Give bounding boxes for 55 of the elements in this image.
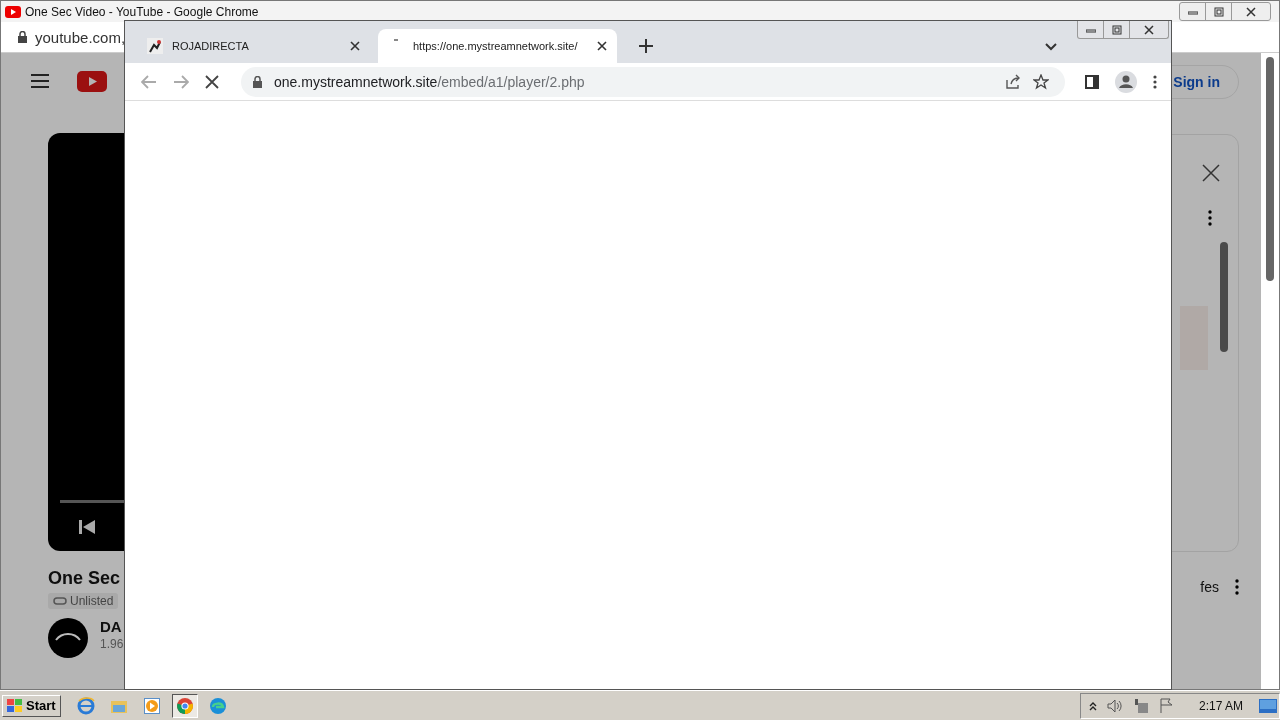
show-desktop-icon[interactable] bbox=[1259, 698, 1277, 713]
favicon-mark bbox=[394, 39, 398, 41]
maximize-icon bbox=[1111, 24, 1122, 35]
close-icon[interactable] bbox=[597, 41, 607, 51]
channel-avatar[interactable] bbox=[48, 618, 88, 658]
maximize-icon bbox=[1213, 6, 1224, 17]
close-icon[interactable] bbox=[1202, 164, 1220, 182]
link-icon bbox=[53, 597, 67, 605]
minimize-icon bbox=[1085, 26, 1096, 33]
chrome-icon bbox=[175, 696, 194, 715]
close-icon[interactable] bbox=[350, 41, 360, 51]
browser-tab[interactable]: https://one.mystreamnetwork.site/ bbox=[378, 29, 617, 63]
edge-icon bbox=[208, 696, 227, 715]
flag-icon[interactable] bbox=[1158, 697, 1175, 714]
more-icon[interactable] bbox=[1235, 579, 1239, 595]
chevron-up-icon[interactable] bbox=[1088, 700, 1097, 711]
start-logo-icon bbox=[7, 698, 23, 713]
site-favicon bbox=[147, 38, 163, 54]
more-icon[interactable] bbox=[1208, 210, 1212, 226]
lock-icon bbox=[253, 75, 262, 88]
previous-icon[interactable] bbox=[79, 519, 95, 535]
new-tab-icon[interactable] bbox=[639, 39, 653, 53]
profile-icon[interactable] bbox=[1115, 70, 1137, 93]
video-item-title[interactable]: fes bbox=[1200, 579, 1219, 595]
close-icon bbox=[1144, 24, 1154, 35]
scrollbar-thumb[interactable] bbox=[1220, 242, 1228, 352]
browser-tab[interactable]: ROJADIRECTA bbox=[137, 29, 370, 63]
play-icon bbox=[143, 697, 160, 714]
address-bar[interactable]: one.mystreamnetwork.site/embed/a1/player/2.php bbox=[241, 66, 1065, 97]
address-text[interactable]: youtube.com, bbox=[35, 28, 126, 46]
video-title: One Sec bbox=[48, 568, 122, 589]
url-text: one.mystreamnetwork.site/embed/a1/player/2.php bbox=[274, 73, 586, 90]
lock-icon bbox=[18, 31, 27, 43]
network-icon[interactable] bbox=[1132, 697, 1149, 714]
youtube-icon bbox=[5, 5, 21, 18]
minimize-icon bbox=[1187, 8, 1198, 15]
globe-icon bbox=[76, 696, 95, 715]
clock[interactable]: 2:17 AM bbox=[1198, 698, 1243, 713]
window-title: One Sec Video - YouTube - Google Chrome bbox=[25, 4, 259, 19]
side-panel-icon[interactable] bbox=[1085, 74, 1099, 89]
page-scrollbar-thumb[interactable] bbox=[1266, 57, 1274, 281]
subscriber-count: 1.96 bbox=[100, 637, 124, 651]
speaker-icon[interactable] bbox=[1106, 698, 1123, 713]
taskbar-app[interactable] bbox=[171, 693, 198, 718]
channel-name[interactable]: DA bbox=[100, 618, 124, 635]
menu-icon[interactable] bbox=[1153, 74, 1157, 89]
close-icon bbox=[1246, 6, 1256, 17]
stop-icon[interactable] bbox=[205, 74, 219, 89]
share-icon[interactable] bbox=[1005, 73, 1021, 90]
unlisted-badge: Unlisted bbox=[48, 593, 119, 609]
chevron-down-icon[interactable] bbox=[1045, 43, 1057, 51]
star-icon[interactable] bbox=[1033, 73, 1049, 90]
start-button[interactable]: Start bbox=[2, 694, 61, 717]
play-logo-icon[interactable] bbox=[77, 70, 107, 92]
menu-icon[interactable] bbox=[31, 74, 49, 88]
